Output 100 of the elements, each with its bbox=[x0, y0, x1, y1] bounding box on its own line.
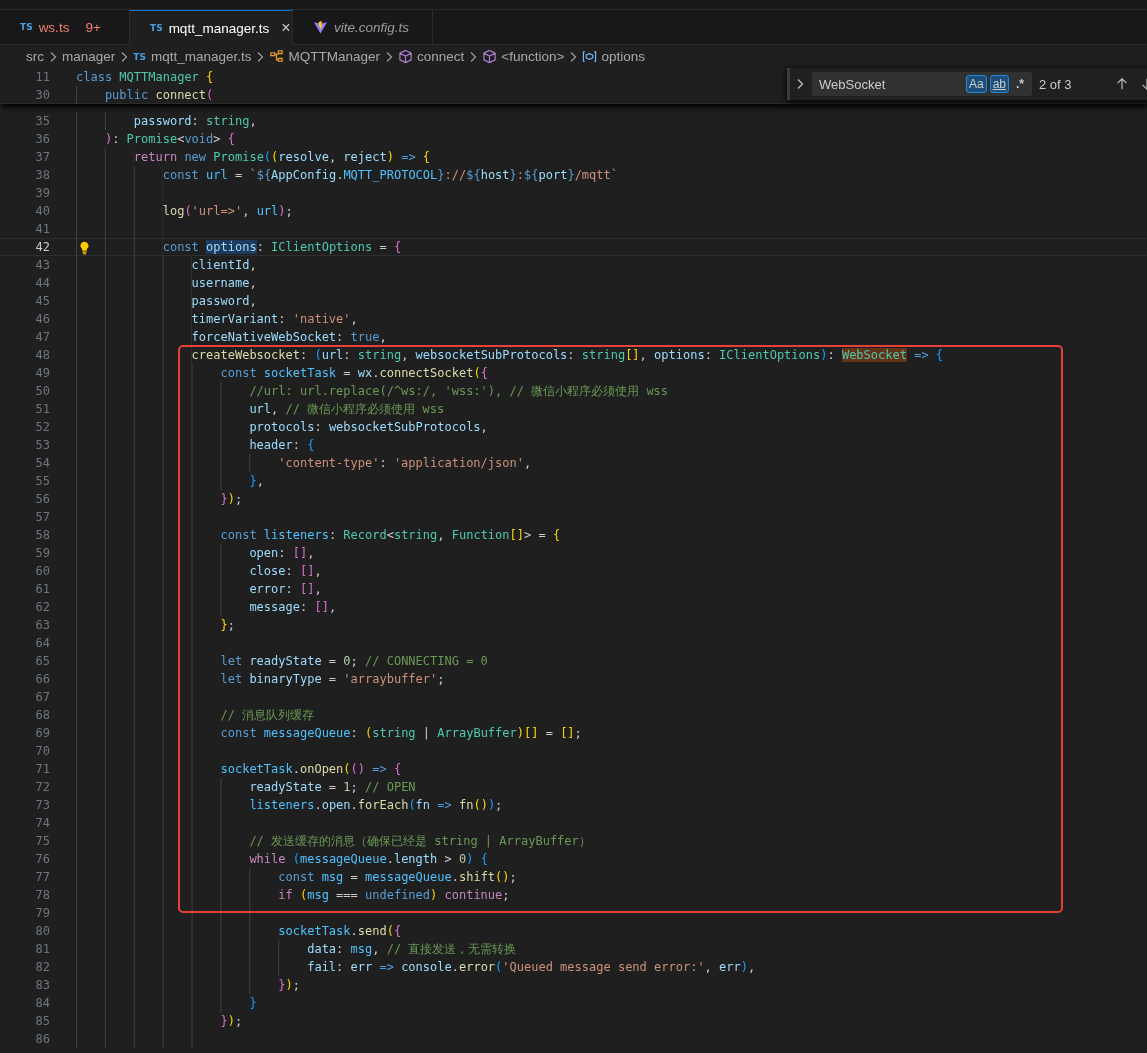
code-line: //url: url.replace(/^ws:/, 'wss:'), // 微信小程序必须使用 wss bbox=[249, 383, 669, 400]
code-line: open: [], bbox=[249, 545, 315, 562]
line-number: 56 bbox=[34, 492, 50, 506]
breadcrumb-item[interactable]: src bbox=[26, 49, 44, 64]
code-line: while (messageQueue.length > 0) { bbox=[249, 851, 488, 868]
line-number: 39 bbox=[34, 186, 50, 200]
search-field[interactable]: WebSocket Aa ab .* bbox=[812, 72, 1032, 96]
line-number: 41 bbox=[34, 222, 50, 236]
code-line: url, // 微信小程序必须使用 wss bbox=[249, 401, 445, 418]
code-line: }); bbox=[220, 1013, 243, 1030]
line-number: 45 bbox=[34, 294, 50, 308]
cube-icon bbox=[482, 49, 498, 64]
editor-tab[interactable]: vite.config.ts bbox=[293, 10, 433, 44]
chevron-right-icon[interactable] bbox=[796, 78, 804, 90]
line-number: 79 bbox=[34, 906, 50, 920]
tab-label: ws.ts bbox=[38, 19, 70, 35]
breadcrumb-item[interactable]: connect bbox=[417, 49, 465, 64]
code-line: // 消息队列缓存 bbox=[220, 707, 315, 724]
code-line: if (msg === undefined) continue; bbox=[278, 887, 510, 904]
line-number: 69 bbox=[34, 726, 50, 740]
code-line: const listeners: Record<string, Function[]> = { bbox=[220, 527, 561, 544]
line-number: 63 bbox=[34, 618, 50, 632]
search-option-toggle[interactable]: Aa bbox=[965, 75, 987, 93]
line-number: 58 bbox=[34, 528, 50, 542]
line-number: 52 bbox=[34, 420, 50, 434]
line-number: 77 bbox=[34, 870, 50, 884]
chevron-right-icon bbox=[469, 50, 478, 63]
chevron-right-icon bbox=[49, 50, 57, 63]
code-line: data: msg, // 直接发送，无需转换 bbox=[307, 941, 517, 958]
cube-icon bbox=[398, 49, 413, 64]
line-number: 40 bbox=[34, 204, 50, 218]
breadcrumb-item[interactable]: mqtt_manager.ts bbox=[150, 49, 252, 64]
breadcrumb-item[interactable]: options bbox=[601, 49, 645, 64]
line-number: 47 bbox=[34, 330, 50, 344]
line-number: 74 bbox=[34, 816, 50, 830]
code-line: fail: err => console.error('Queued message send error:', err), bbox=[307, 959, 756, 976]
line-number: 83 bbox=[34, 978, 50, 992]
arrow-up-icon[interactable] bbox=[1115, 77, 1129, 91]
line-number: 57 bbox=[34, 510, 50, 524]
chevron-right-icon bbox=[256, 50, 265, 63]
search-option-toggle[interactable]: .* bbox=[1012, 75, 1028, 93]
code-line: socketTask.send({ bbox=[278, 923, 402, 940]
code-line: 'content-type': 'application/json', bbox=[278, 455, 532, 472]
line-number: 50 bbox=[34, 384, 50, 398]
line-number: 49 bbox=[34, 366, 50, 380]
close-button[interactable]: × bbox=[281, 19, 291, 37]
line-number: 36 bbox=[34, 132, 50, 146]
line-number: 44 bbox=[34, 276, 50, 290]
code-line: }; bbox=[220, 617, 235, 634]
line-number: 35 bbox=[34, 114, 50, 128]
typescript-file-icon: TS bbox=[150, 23, 163, 33]
code-line: let binaryType = 'arraybuffer'; bbox=[220, 671, 445, 688]
code-line: listeners.open.forEach(fn => fn()); bbox=[249, 797, 503, 814]
line-number: 73 bbox=[34, 798, 50, 812]
line-number: 37 bbox=[34, 150, 50, 164]
editor-tab[interactable]: TS mqtt_manager.ts × bbox=[130, 10, 293, 45]
code-line: clientId, bbox=[191, 257, 257, 274]
code-line: public connect( bbox=[104, 87, 214, 104]
tab-label: vite.config.ts bbox=[334, 19, 410, 35]
line-number: 86 bbox=[34, 1032, 50, 1046]
line-number: 43 bbox=[34, 258, 50, 272]
code-line: } bbox=[249, 995, 257, 1012]
code-line: timerVariant: 'native', bbox=[191, 311, 358, 328]
line-number: 54 bbox=[34, 456, 50, 470]
lightbulb-icon[interactable] bbox=[79, 241, 90, 255]
code-line: // 发送缓存的消息（确保已经是 string | ArrayBuffer） bbox=[249, 833, 591, 850]
line-number: 78 bbox=[34, 888, 50, 902]
breadcrumb-item[interactable]: <function> bbox=[501, 49, 565, 64]
code-line: const msg = messageQueue.shift(); bbox=[278, 869, 517, 886]
line-number: 30 bbox=[34, 88, 50, 102]
line-number: 62 bbox=[34, 600, 50, 614]
line-number: 59 bbox=[34, 546, 50, 560]
lightning-bolt-icon bbox=[313, 19, 328, 35]
code-line: username, bbox=[191, 275, 257, 292]
line-number: 67 bbox=[34, 690, 50, 704]
typescript-file-icon: TS bbox=[20, 22, 33, 32]
code-line: let readyState = 0; // CONNECTING = 0 bbox=[220, 653, 488, 670]
search-option-toggle[interactable]: ab bbox=[989, 75, 1009, 93]
line-number: 80 bbox=[34, 924, 50, 938]
code-line: password: string, bbox=[133, 113, 257, 130]
line-number: 82 bbox=[34, 960, 50, 974]
line-number: 84 bbox=[34, 996, 50, 1010]
breadcrumb-item[interactable]: MQTTManager bbox=[288, 49, 380, 64]
line-number: 68 bbox=[34, 708, 50, 722]
class-symbol-icon bbox=[269, 49, 285, 64]
breadcrumb-item[interactable]: manager bbox=[62, 49, 116, 64]
line-number: 55 bbox=[34, 474, 50, 488]
line-number: 71 bbox=[34, 762, 50, 776]
code-line: log('url=>', url); bbox=[162, 203, 293, 220]
code-line: const socketTask = wx.connectSocket({ bbox=[220, 365, 488, 382]
line-number: 42 bbox=[34, 240, 50, 254]
code-line: }); bbox=[278, 977, 300, 994]
line-number: 76 bbox=[34, 852, 50, 866]
code-line: ): Promise<void> { bbox=[104, 131, 235, 148]
line-number: 85 bbox=[34, 1014, 50, 1028]
problem-count: 9+ bbox=[85, 19, 101, 35]
code-line: readyState = 1; // OPEN bbox=[249, 779, 416, 796]
code-line: socketTask.onOpen(() => { bbox=[220, 761, 402, 778]
chevron-right-icon bbox=[120, 50, 129, 63]
line-number: 75 bbox=[34, 834, 50, 848]
